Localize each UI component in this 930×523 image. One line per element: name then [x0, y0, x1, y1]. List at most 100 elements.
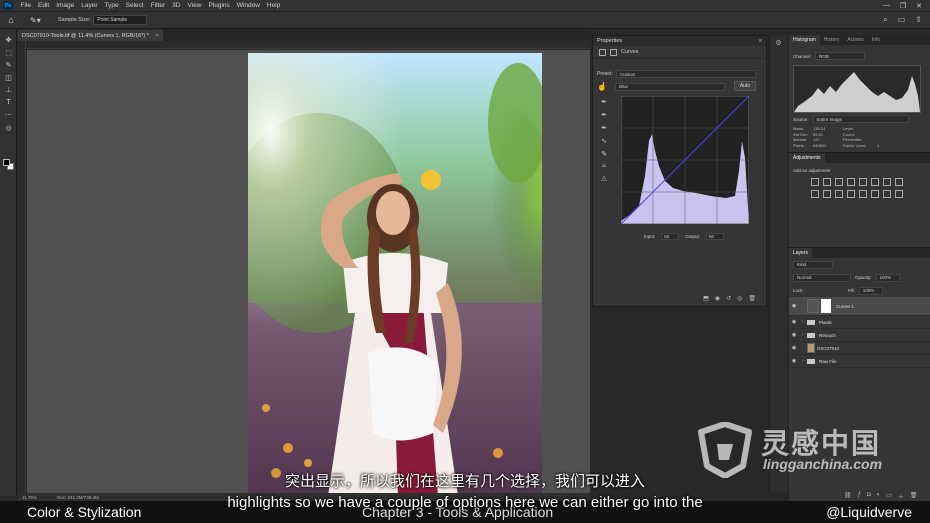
curve-points-icon[interactable]: ∿: [601, 137, 607, 145]
threshold-icon[interactable]: [871, 190, 879, 198]
histogram-channel-label: Channel:: [793, 53, 812, 59]
move-tool-icon[interactable]: ✥: [0, 34, 17, 47]
tab-close-icon[interactable]: ×: [156, 33, 163, 39]
eye-icon[interactable]: ◉: [789, 332, 799, 338]
share-icon[interactable]: ⇪: [915, 15, 922, 25]
histogram-channel-select[interactable]: RGB: [815, 52, 866, 60]
preset-select[interactable]: Custom: [615, 70, 756, 78]
menu-filter[interactable]: Filter: [147, 2, 168, 9]
eraser-tool-icon[interactable]: ◫: [0, 72, 17, 85]
sample-size-select[interactable]: Point Sample: [93, 15, 148, 25]
layer-mask-thumbnail[interactable]: [821, 299, 831, 313]
clip-to-layer-icon[interactable]: ⬒: [703, 295, 709, 302]
eye-icon[interactable]: ◉: [789, 358, 799, 364]
input-field[interactable]: 60: [661, 233, 680, 240]
black-point-eyedropper-icon[interactable]: ✒: [601, 98, 607, 106]
menu-plugins[interactable]: Plugins: [205, 2, 233, 9]
search-icon[interactable]: ⌕: [883, 15, 887, 25]
output-field[interactable]: 60: [706, 233, 725, 240]
gray-point-eyedropper-icon[interactable]: ✒: [601, 111, 607, 119]
chevron-right-icon[interactable]: ›: [799, 319, 807, 325]
menu-3d[interactable]: 3D: [169, 2, 184, 9]
layer-row[interactable]: ◉ › Raw File: [789, 355, 930, 368]
menu-edit[interactable]: Edit: [34, 2, 52, 9]
eyedropper-tool-icon[interactable]: ✎▾: [30, 16, 46, 25]
tab-histogram[interactable]: Histogram: [789, 35, 820, 45]
horizontal-ruler: [26, 41, 590, 49]
black-white-icon[interactable]: [895, 178, 903, 186]
invert-icon[interactable]: [847, 190, 855, 198]
opacity-field[interactable]: 100%: [875, 273, 900, 282]
source-select[interactable]: Entire Image: [812, 115, 909, 123]
menu-type[interactable]: Type: [101, 2, 122, 9]
tab-history[interactable]: History: [820, 35, 844, 45]
layer-row[interactable]: ◉ DSC07910: [789, 342, 930, 355]
levels-icon[interactable]: [823, 178, 831, 186]
white-point-eyedropper-icon[interactable]: ✒: [601, 124, 607, 132]
panel-menu-icon[interactable]: ≡: [759, 38, 766, 44]
vibrance-icon[interactable]: [859, 178, 867, 186]
reset-icon[interactable]: ↺: [726, 295, 731, 302]
layer-filter-select[interactable]: Kind: [793, 260, 833, 269]
menu-file[interactable]: File: [17, 2, 34, 9]
document-photo[interactable]: [248, 53, 542, 496]
layer-row[interactable]: ◉ › Plastic: [789, 316, 930, 329]
menu-window[interactable]: Window: [233, 2, 263, 9]
view-previous-icon[interactable]: ◉: [715, 295, 720, 302]
workspace-icon[interactable]: ▭: [898, 15, 906, 25]
eye-icon[interactable]: ◉: [789, 303, 799, 309]
document-tab[interactable]: DSC07910-Tools.tif @ 11.4% (Curves 1, RG…: [18, 30, 163, 41]
marquee-tool-icon[interactable]: ⬚: [0, 47, 17, 60]
color-balance-icon[interactable]: [883, 178, 891, 186]
menu-help[interactable]: Help: [263, 2, 283, 9]
blend-mode-select[interactable]: Normal: [793, 273, 851, 282]
foreground-color-swatch[interactable]: [3, 159, 10, 166]
menu-image[interactable]: Image: [53, 2, 78, 9]
channel-select[interactable]: Blue: [614, 82, 725, 91]
properties-panel-icon[interactable]: ⚙: [770, 35, 787, 51]
more-tools-icon[interactable]: ⋯: [0, 109, 17, 122]
tab-actions[interactable]: Actions: [843, 35, 867, 45]
layer-row[interactable]: ◉ Curves 1: [789, 297, 930, 316]
layer-row[interactable]: ◉ › Retouch: [789, 329, 930, 342]
eye-icon[interactable]: ◉: [789, 345, 799, 351]
menu-select[interactable]: Select: [122, 2, 147, 9]
quick-mask-icon[interactable]: ◎: [0, 122, 17, 135]
chevron-right-icon[interactable]: ›: [799, 332, 807, 338]
canvas-area[interactable]: [27, 50, 590, 496]
menu-view[interactable]: View: [184, 2, 205, 9]
visibility-icon[interactable]: ◎: [737, 295, 742, 302]
gradient-map-icon[interactable]: [883, 190, 891, 198]
color-lookup-icon[interactable]: [835, 190, 843, 198]
smooth-icon[interactable]: ≈: [602, 163, 606, 170]
brightness-contrast-icon[interactable]: [811, 178, 819, 186]
exposure-icon[interactable]: [847, 178, 855, 186]
close-icon[interactable]: ✕: [916, 2, 922, 10]
eye-icon[interactable]: ◉: [789, 319, 799, 325]
tab-adjustments[interactable]: Adjustments: [789, 153, 825, 163]
auto-button[interactable]: Auto: [734, 81, 756, 91]
tab-info[interactable]: Info: [868, 35, 884, 45]
stamp-tool-icon[interactable]: ⊥: [0, 84, 17, 97]
mask-icon[interactable]: [610, 48, 617, 56]
tab-layers[interactable]: Layers: [789, 248, 813, 258]
home-icon[interactable]: ⌂: [4, 15, 18, 25]
chevron-right-icon[interactable]: ›: [799, 358, 807, 364]
posterize-icon[interactable]: [859, 190, 867, 198]
channel-mixer-icon[interactable]: [823, 190, 831, 198]
brush-tool-icon[interactable]: ✎: [0, 59, 17, 72]
curves-graph[interactable]: [620, 95, 750, 225]
minimize-icon[interactable]: —: [883, 2, 890, 10]
delete-icon[interactable]: 🗑: [748, 295, 756, 302]
hue-saturation-icon[interactable]: [871, 178, 879, 186]
clipping-warning-icon[interactable]: ⚠: [601, 175, 607, 183]
menu-layer[interactable]: Layer: [78, 2, 101, 9]
photo-filter-icon[interactable]: [811, 190, 819, 198]
type-tool-icon[interactable]: T: [0, 97, 17, 110]
fill-field[interactable]: 100%: [858, 286, 883, 295]
on-image-adjust-icon[interactable]: ☝: [597, 82, 607, 91]
restore-icon[interactable]: ❐: [900, 2, 906, 10]
selective-color-icon[interactable]: [895, 190, 903, 198]
pencil-icon[interactable]: ✎: [601, 150, 607, 158]
curves-icon[interactable]: [835, 178, 843, 186]
